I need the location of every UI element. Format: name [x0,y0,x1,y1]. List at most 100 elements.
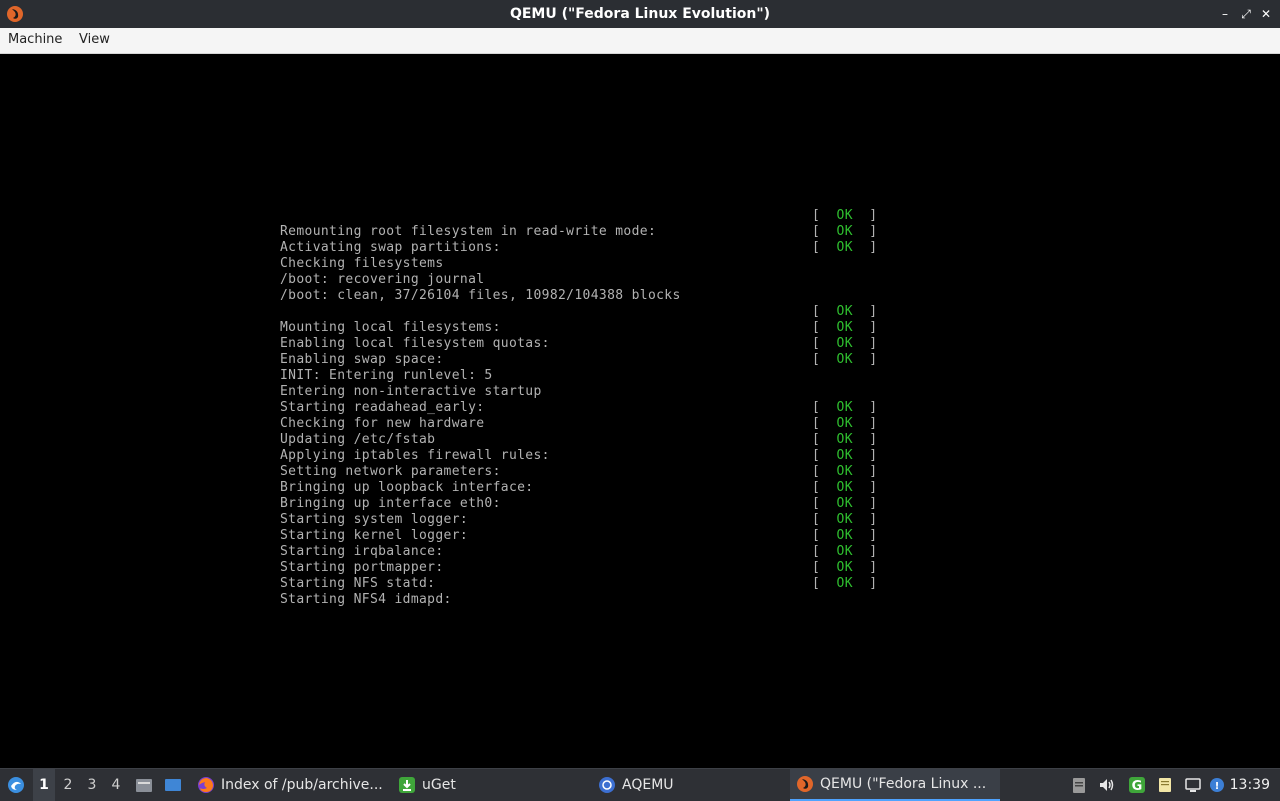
tray-clipboard[interactable] [1068,769,1090,801]
console-message: /boot: clean, 37/26104 files, 10982/1043… [280,288,681,303]
status-ok: [ OK ] [812,512,878,527]
file-manager-icon [136,779,152,792]
console-message: Bringing up loopback interface: [280,480,534,495]
workspace-3[interactable]: 3 [81,769,103,801]
status-ok: [ OK ] [812,544,878,559]
menu-machine[interactable]: Machine [8,32,62,47]
taskbar: 1 2 3 4 Index of /pub/archive... uGet AQ [0,768,1280,801]
status-ok: [ OK ] [812,352,878,367]
console-line: /boot: clean, 37/26104 files, 10982/1043… [280,288,900,304]
console-message: Updating /etc/fstab [280,432,436,447]
status-ok: [ OK ] [812,224,878,239]
file-manager-launcher[interactable] [133,769,155,801]
window-title: QEMU ("Fedora Linux Evolution") [509,6,771,22]
close-icon[interactable]: ✕ [1258,6,1274,22]
task-uget[interactable]: uGet [392,769,462,801]
desktop-icon [165,779,181,791]
notes-icon [1159,778,1171,792]
console-message: Starting irqbalance: [280,544,444,559]
console-line: Entering non-interactive startup [280,384,900,400]
tray-volume[interactable] [1096,769,1118,801]
workspace-2[interactable]: 2 [57,769,79,801]
status-ok: [ OK ] [812,480,878,495]
volume-icon [1100,779,1114,791]
start-menu-button[interactable] [4,769,28,801]
qemu-icon [797,776,813,792]
console-line: Remounting root filesystem in read-write… [280,224,900,240]
workspace-1[interactable]: 1 [33,769,55,801]
console-line: Applying iptables firewall rules: [ OK ] [280,448,900,464]
console-line: Enabling local filesystem quotas: [ OK ] [280,336,900,352]
menu-view[interactable]: View [79,32,110,47]
tray-notes[interactable] [1154,769,1176,801]
task-firefox[interactable]: Index of /pub/archive... [191,769,389,801]
console-message: Starting system logger: [280,512,469,527]
console-message: Checking for new hardware [280,416,485,431]
status-ok-label: OK [836,448,853,463]
console-message: Starting kernel logger: [280,528,469,543]
status-ok: [ OK ] [812,464,878,479]
status-ok: [ OK ] [812,528,878,543]
status-ok-label: OK [836,224,853,239]
console-message: INIT: Entering runlevel: 5 [280,368,493,383]
console-message: /boot: recovering journal [280,272,485,287]
status-ok: [ OK ] [812,432,878,447]
console-message: Checking filesystems [280,256,444,271]
console-line: Mounting local filesystems: [ OK ] [280,320,900,336]
minimize-icon[interactable]: – [1217,6,1233,22]
tray-network[interactable] [1182,769,1204,801]
status-ok: [ OK ] [812,320,878,335]
console-message: Bringing up interface eth0: [280,496,501,511]
console-message: Enabling local filesystem quotas: [280,336,550,351]
console-message: Setting network parameters: [280,464,501,479]
tray-updates[interactable]: ! [1206,769,1228,801]
task-label: AQEMU [622,777,674,793]
task-qemu[interactable]: QEMU ("Fedora Linux ... [790,769,1000,801]
task-label: Index of /pub/archive... [221,777,383,793]
maximize-icon[interactable]: ⤢ [1238,6,1254,22]
console-message: Starting portmapper: [280,560,444,575]
status-ok-label: OK [836,560,853,575]
status-ok-label: OK [836,304,853,319]
console-line: INIT: Entering runlevel: 5 [280,368,900,384]
task-aqemu[interactable]: AQEMU [592,769,680,801]
console-message: Enabling swap space: [280,352,444,367]
console-line: Starting NFS statd: [ OK ] [280,576,900,592]
console-line: [ OK ] [280,304,900,320]
console-message: Starting readahead_early: [280,400,485,415]
status-ok-label: OK [836,336,853,351]
console-line: Activating swap partitions: [ OK ] [280,240,900,256]
menu-bar: Machine View [0,28,1280,54]
task-label: QEMU ("Fedora Linux ... [820,776,987,792]
console-line: Starting NFS4 idmapd: [280,592,900,608]
start-menu-icon [8,777,24,793]
status-ok-label: OK [836,480,853,495]
console-line: Starting portmapper: [ OK ] [280,560,900,576]
console-line: Setting network parameters: [ OK ] [280,464,900,480]
task-label: uGet [422,777,456,793]
status-ok: [ OK ] [812,496,878,511]
status-ok: [ OK ] [812,240,878,255]
console-line: Checking filesystems [280,256,900,272]
aqemu-icon [599,777,615,793]
status-ok-label: OK [836,544,853,559]
tray-uget[interactable]: G [1126,769,1148,801]
status-ok-label: OK [836,512,853,527]
status-ok-label: OK [836,432,853,447]
boot-console: [ OK ] Remounting root filesystem in read… [280,208,900,608]
status-ok: [ OK ] [812,560,878,575]
status-ok-label: OK [836,400,853,415]
status-ok-label: OK [836,576,853,591]
status-ok-label: OK [836,352,853,367]
console-line: Starting kernel logger: [ OK ] [280,528,900,544]
status-ok: [ OK ] [812,400,878,415]
show-desktop-launcher[interactable] [162,769,184,801]
workspace-4[interactable]: 4 [105,769,127,801]
window-titlebar[interactable]: QEMU ("Fedora Linux Evolution") – ⤢ ✕ [0,0,1280,28]
clock[interactable]: 13:39 [1230,769,1270,801]
status-ok: [ OK ] [812,576,878,591]
vm-display[interactable]: [ OK ] Remounting root filesystem in read… [0,54,1280,768]
status-ok-label: OK [836,240,853,255]
network-icon [1185,778,1201,792]
status-ok: [ OK ] [812,208,878,223]
